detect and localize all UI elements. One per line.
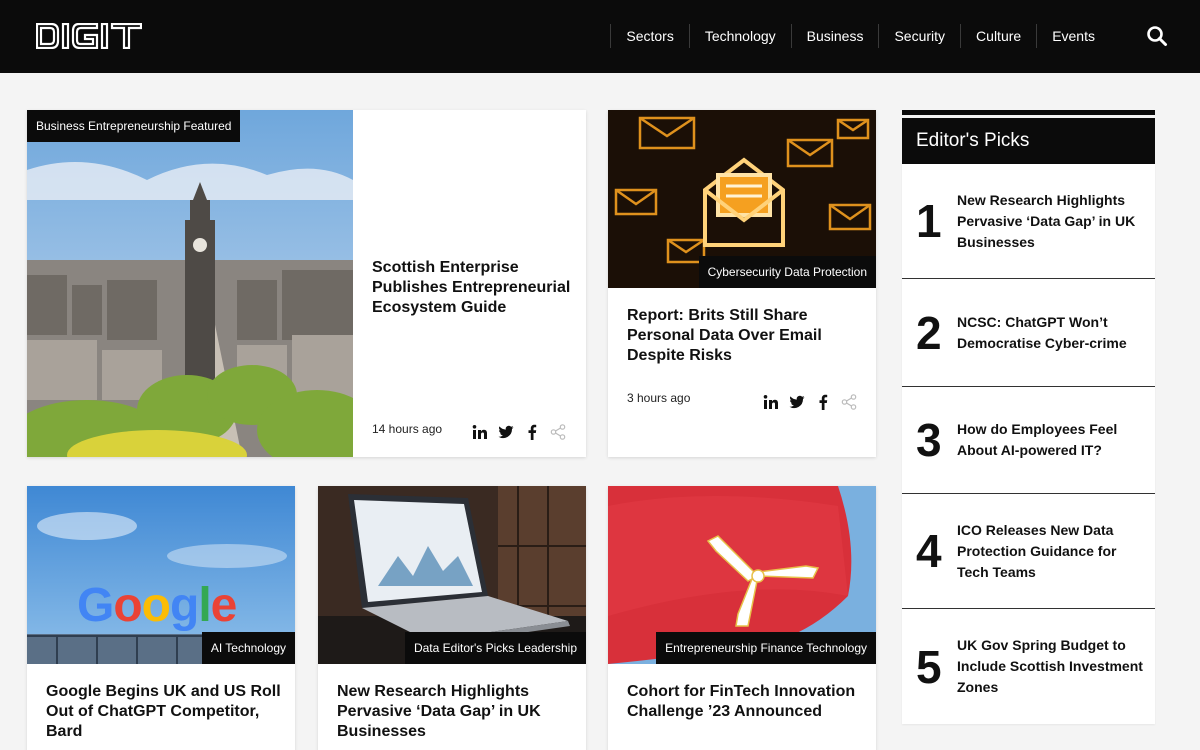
share-buttons — [763, 394, 857, 410]
share-icon[interactable] — [550, 424, 566, 440]
editors-pick-item[interactable]: 4 ICO Releases New Data Protection Guida… — [902, 494, 1155, 609]
edinburgh-city-image[interactable] — [27, 110, 353, 457]
facebook-icon[interactable] — [524, 424, 540, 440]
facebook-icon[interactable] — [815, 394, 831, 410]
google-sign-letter: e — [210, 579, 238, 632]
nav-sectors[interactable]: Sectors — [610, 24, 688, 48]
google-sign-letter: l — [198, 579, 211, 632]
pick-title[interactable]: ICO Releases New Data Protection Guidanc… — [957, 520, 1143, 583]
pick-number: 5 — [916, 640, 942, 693]
pick-number: 3 — [916, 414, 942, 466]
twitter-icon[interactable] — [498, 424, 514, 440]
google-sign-letter: g — [170, 579, 199, 632]
article-title[interactable]: Report: Brits Still Share Personal Data … — [627, 306, 857, 366]
nav-security[interactable]: Security — [878, 24, 960, 48]
article-card-google-bard[interactable]: Google AI Technology Google Begins UK an… — [27, 486, 295, 750]
pick-number: 1 — [916, 195, 942, 247]
share-icon[interactable] — [841, 394, 857, 410]
site-header: Sectors Technology Business Security Cul… — [0, 0, 1200, 73]
google-sign-letter: G — [77, 579, 114, 632]
google-sign-letter: o — [113, 579, 142, 632]
article-card-data-gap[interactable]: Data Editor's Picks Leadership New Resea… — [318, 486, 586, 750]
main-nav: Sectors Technology Business Security Cul… — [610, 24, 1110, 48]
nav-business[interactable]: Business — [790, 24, 879, 48]
category-tag[interactable]: AI Technology — [201, 632, 295, 664]
article-timestamp: 3 hours ago — [627, 391, 691, 405]
pick-title[interactable]: UK Gov Spring Budget to Include Scottish… — [957, 635, 1143, 698]
picks-top-bar — [902, 110, 1155, 115]
search-icon[interactable] — [1146, 25, 1168, 47]
nav-culture[interactable]: Culture — [960, 24, 1036, 48]
linkedin-icon[interactable] — [472, 424, 488, 440]
digit-logo[interactable] — [35, 22, 143, 50]
google-sign-text: Google — [77, 579, 238, 632]
linkedin-icon[interactable] — [763, 394, 779, 410]
article-card-fintech-cohort[interactable]: Entrepreneurship Finance Technology Coho… — [608, 486, 876, 750]
article-title[interactable]: Google Begins UK and US Roll Out of Chat… — [46, 682, 281, 742]
twitter-icon[interactable] — [789, 394, 805, 410]
nav-events[interactable]: Events — [1036, 24, 1110, 48]
editors-pick-item[interactable]: 5 UK Gov Spring Budget to Include Scotti… — [902, 609, 1155, 724]
article-title[interactable]: Cohort for FinTech Innovation Challenge … — [627, 682, 862, 722]
pick-number: 2 — [916, 306, 942, 359]
editors-pick-item[interactable]: 1 New Research Highlights Pervasive ‘Dat… — [902, 164, 1155, 279]
article-title[interactable]: New Research Highlights Pervasive ‘Data … — [337, 682, 572, 742]
editors-pick-item[interactable]: 2 NCSC: ChatGPT Won’t Democratise Cyber-… — [902, 279, 1155, 387]
pick-title[interactable]: NCSC: ChatGPT Won’t Democratise Cyber-cr… — [957, 312, 1143, 354]
nav-technology[interactable]: Technology — [688, 24, 791, 48]
category-tag[interactable]: Data Editor's Picks Leadership — [404, 632, 586, 664]
category-tag[interactable]: Entrepreneurship Finance Technology — [656, 632, 876, 664]
editors-picks-heading: Editor's Picks — [902, 118, 1155, 164]
google-sign-letter: o — [141, 579, 171, 632]
editors-picks-sidebar: Editor's Picks 1 New Research Highlights… — [902, 110, 1155, 724]
category-tag[interactable]: Business Entrepreneurship Featured — [27, 110, 241, 142]
featured-article-card[interactable]: Business Entrepreneurship Featured Scott… — [27, 110, 586, 457]
editors-pick-item[interactable]: 3 How do Employees Feel About AI-powered… — [902, 387, 1155, 494]
pick-title[interactable]: New Research Highlights Pervasive ‘Data … — [957, 190, 1143, 253]
pick-number: 4 — [916, 525, 942, 577]
share-buttons — [472, 424, 566, 440]
article-timestamp: 14 hours ago — [372, 422, 443, 436]
pick-title[interactable]: How do Employees Feel About AI-powered I… — [957, 419, 1143, 461]
article-title[interactable]: Scottish Enterprise Publishes Entreprene… — [372, 258, 572, 318]
category-tag[interactable]: Cybersecurity Data Protection — [698, 256, 876, 288]
article-card-email-risks[interactable]: Cybersecurity Data Protection Report: Br… — [608, 110, 876, 457]
